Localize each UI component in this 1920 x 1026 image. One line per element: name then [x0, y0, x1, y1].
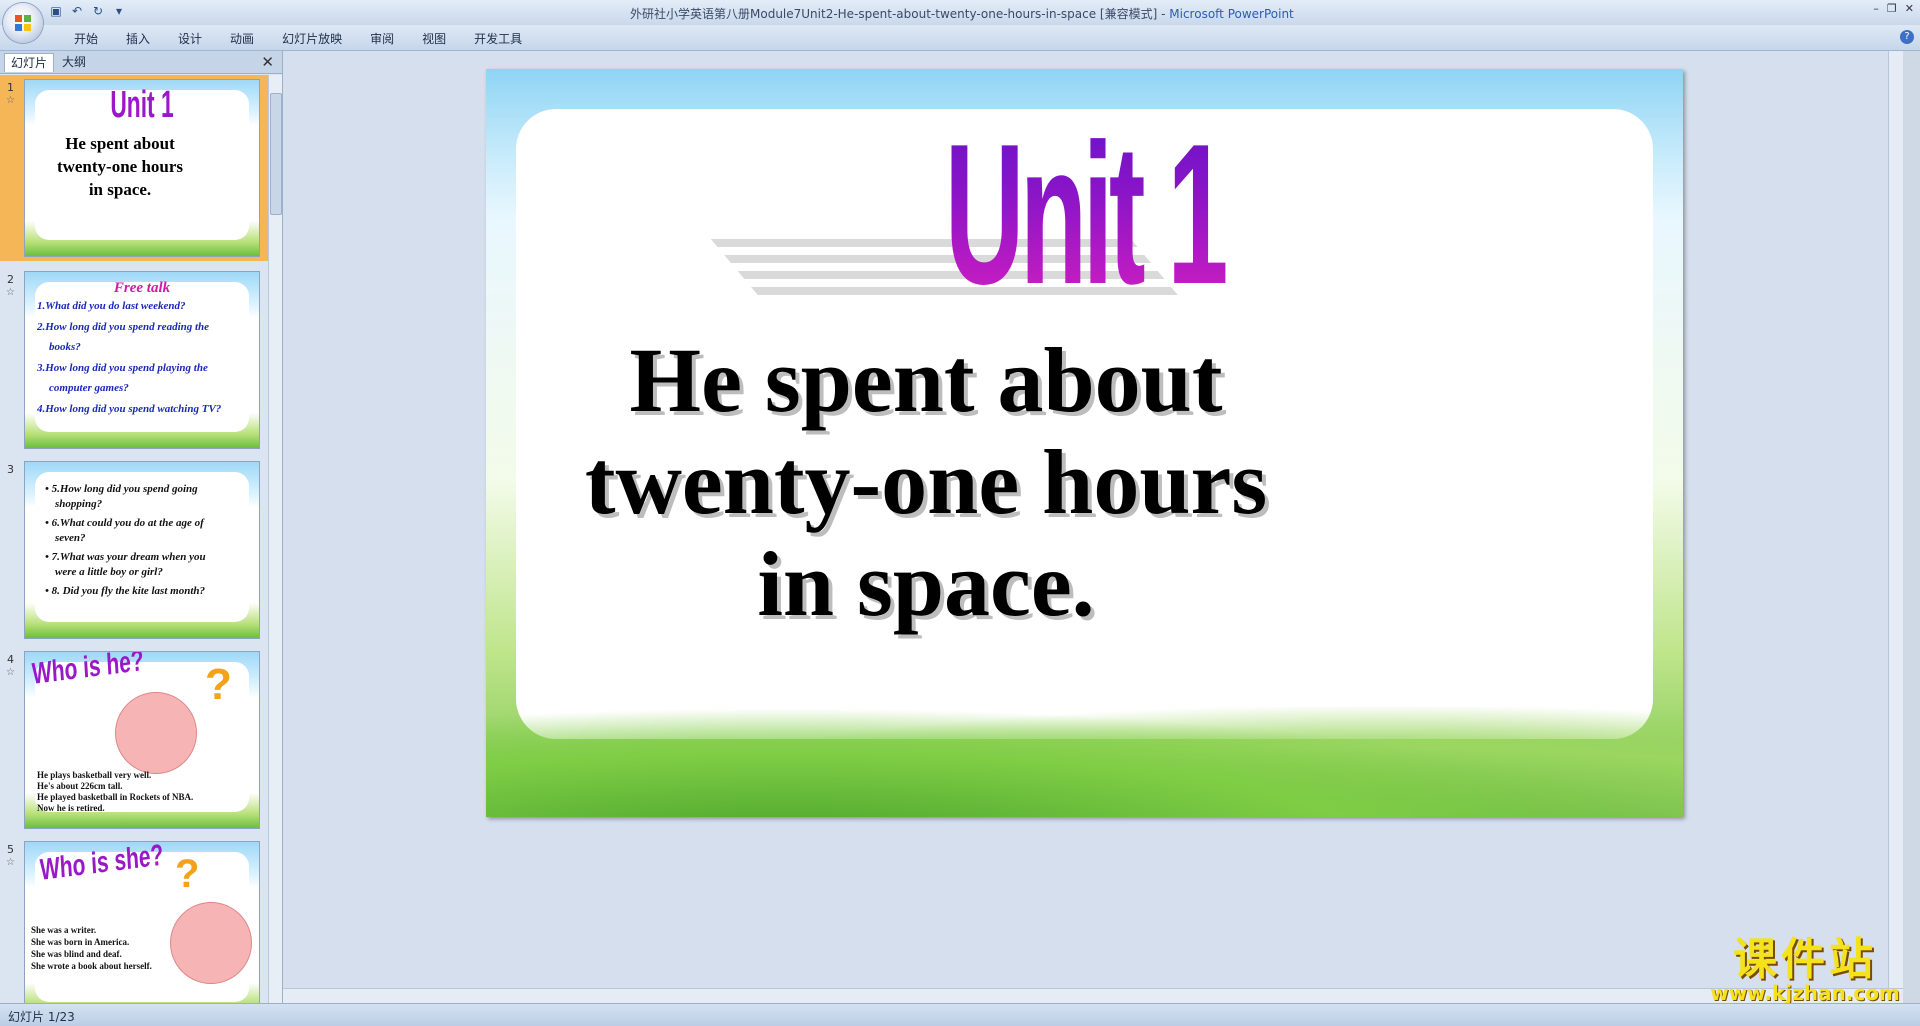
watermark: 课件站 www.kjzhan.com — [1690, 934, 1920, 1005]
tab-insert[interactable]: 插入 — [112, 30, 164, 47]
animation-star-icon: ☆ — [6, 95, 15, 106]
ribbon: 开始 插入 设计 动画 幻灯片放映 审阅 视图 开发工具 ? — [0, 25, 1920, 51]
slide-editor: Unit 1 He spent about twenty-one hours i… — [283, 51, 1903, 1003]
animation-star-icon: ☆ — [6, 287, 15, 298]
slide-thumbnail-5[interactable]: 5 ☆ Who is she? ? She was a writer. She … — [0, 837, 268, 1003]
redo-icon[interactable]: ↻ — [90, 3, 106, 19]
thumb-line: She was a writer. — [31, 925, 97, 935]
thumb-line: • 6.What could you do at the age of — [45, 517, 204, 529]
slide-subtitle[interactable]: He spent about twenty-one hours in space… — [516, 329, 1336, 635]
watermark-text: 课件站 — [1733, 934, 1877, 985]
customize-dropdown-icon[interactable]: ▾ — [111, 3, 127, 19]
subtitle-line: He spent about — [629, 329, 1223, 431]
app-title: Microsoft PowerPoint — [1169, 7, 1294, 21]
tab-home[interactable]: 开始 — [60, 30, 112, 47]
animation-star-icon: ☆ — [6, 667, 15, 678]
thumb-line: He played basketball in Rockets of NBA. — [37, 792, 194, 802]
tab-slideshow[interactable]: 幻灯片放映 — [268, 30, 356, 47]
thumb-line: He's about 226cm tall. — [37, 781, 123, 791]
slide-thumbnail-1[interactable]: 1 ☆ Unit 1 He spent about twenty-one hou… — [0, 75, 268, 261]
slide-card: Unit 1 He spent about twenty-one hours i… — [516, 109, 1653, 739]
thumb-line: • 7.What was your dream when you — [45, 551, 206, 563]
scrollbar-thumb[interactable] — [270, 93, 282, 215]
thumb-line: He plays basketball very well. — [37, 770, 152, 780]
smiley-face-icon — [170, 902, 252, 984]
thumb-line: 4.How long did you spend watching TV? — [37, 403, 222, 415]
slide-number: 2 — [7, 273, 14, 286]
document-title: 外研社小学英语第八册Module7Unit2-He-spent-about-tw… — [630, 7, 1166, 21]
thumb-line: books? — [49, 341, 81, 353]
slide-counter: 幻灯片 1/23 — [8, 1010, 75, 1024]
thumb-line: in space. — [88, 180, 152, 199]
watermark-url: www.kjzhan.com — [1710, 981, 1900, 1005]
thumb-line: • 8. Did you fly the kite last month? — [45, 585, 205, 597]
tab-review[interactable]: 审阅 — [356, 30, 408, 47]
office-logo-icon — [15, 15, 31, 31]
slide-number: 1 — [7, 81, 14, 94]
slide-preview: Who is he? ? He plays basketball very we… — [24, 651, 260, 829]
thumb-line: seven? — [55, 532, 86, 544]
tab-outline[interactable]: 大纲 — [56, 53, 92, 71]
window-controls: – ❐ ✕ — [1873, 2, 1914, 15]
slide-preview: Free talk 1.What did you do last weekend… — [24, 271, 260, 449]
thumb-line: twenty-one hours — [56, 157, 184, 176]
slide-preview: Unit 1 He spent about twenty-one hours i… — [24, 79, 260, 257]
pane-tabs: 幻灯片 大纲 ✕ — [0, 51, 282, 74]
tab-developer[interactable]: 开发工具 — [460, 30, 536, 47]
slide-thumbnail-4[interactable]: 4 ☆ Who is he? ? He plays basketball ver… — [0, 647, 268, 833]
office-button[interactable] — [3, 3, 43, 43]
thumb-title: Unit 1 — [110, 84, 174, 126]
thumb-line: She was born in America. — [31, 937, 130, 947]
current-slide[interactable]: Unit 1 He spent about twenty-one hours i… — [486, 69, 1683, 817]
thumb-line: 1.What did you do last weekend? — [37, 300, 186, 312]
animation-star-icon: ☆ — [6, 857, 15, 868]
slide-preview: Who is she? ? She was a writer. She was … — [24, 841, 260, 1003]
undo-icon[interactable]: ↶ — [69, 3, 85, 19]
help-icon[interactable]: ? — [1900, 30, 1914, 44]
restore-icon[interactable]: ❐ — [1887, 2, 1897, 15]
minimize-icon[interactable]: – — [1873, 2, 1879, 15]
ribbon-tabs: 开始 插入 设计 动画 幻灯片放映 审阅 视图 开发工具 — [60, 30, 536, 47]
question-mark-icon: ? — [175, 852, 200, 896]
grass-decoration — [486, 707, 1683, 817]
slide-thumbnails: 1 ☆ Unit 1 He spent about twenty-one hou… — [0, 75, 268, 1003]
editor-vertical-scrollbar[interactable] — [1888, 51, 1903, 1003]
subtitle-line: twenty-one hours — [584, 431, 1268, 533]
thumb-line: 3.How long did you spend playing the — [37, 362, 208, 374]
thumb-line: computer games? — [49, 382, 129, 394]
slide-number: 4 — [7, 653, 14, 666]
status-bar: 幻灯片 1/23 — [0, 1003, 1920, 1026]
thumb-title: Free talk — [113, 280, 171, 296]
slide-number: 5 — [7, 843, 14, 856]
thumb-line: were a little boy or girl? — [55, 566, 163, 578]
close-pane-icon[interactable]: ✕ — [261, 53, 274, 71]
tab-slides[interactable]: 幻灯片 — [4, 53, 55, 72]
slide-preview: • 5.How long did you spend going shoppin… — [24, 461, 260, 639]
thumb-line: shopping? — [55, 498, 103, 510]
question-mark-icon: ? — [205, 660, 232, 709]
subtitle-line: in space. — [757, 533, 1095, 635]
save-icon[interactable]: ▣ — [48, 3, 64, 19]
slides-pane: 幻灯片 大纲 ✕ 1 ☆ Unit 1 He spent about twent… — [0, 51, 283, 1003]
tab-animations[interactable]: 动画 — [216, 30, 268, 47]
thumb-line: • 5.How long did you spend going — [45, 483, 198, 495]
thumb-line: 2.How long did you spend reading the — [37, 321, 210, 333]
slide-title[interactable]: Unit 1 — [772, 115, 1397, 315]
window-title: 外研社小学英语第八册Module7Unit2-He-spent-about-tw… — [630, 5, 1294, 22]
quick-access-toolbar: ▣ ↶ ↻ ▾ — [48, 3, 127, 19]
thumb-line: Now he is retired. — [37, 803, 105, 813]
editor-horizontal-scrollbar[interactable] — [283, 988, 1903, 1003]
thumb-line: He spent about — [65, 134, 175, 153]
tab-view[interactable]: 视图 — [408, 30, 460, 47]
smiley-face-icon — [115, 692, 197, 774]
close-icon[interactable]: ✕ — [1905, 2, 1914, 15]
slide-thumbnail-3[interactable]: 3 • 5.How long did you spend going shopp… — [0, 457, 268, 643]
slide-number: 3 — [7, 463, 14, 476]
title-bar: ▣ ↶ ↻ ▾ 外研社小学英语第八册Module7Unit2-He-spent-… — [0, 0, 1920, 43]
slide-thumbnail-2[interactable]: 2 ☆ Free talk 1.What did you do last wee… — [0, 267, 268, 453]
thumbnails-scrollbar[interactable] — [268, 75, 282, 1003]
thumb-line: She was blind and deaf. — [31, 949, 122, 959]
thumb-line: She wrote a book about herself. — [31, 961, 152, 971]
tab-design[interactable]: 设计 — [164, 30, 216, 47]
